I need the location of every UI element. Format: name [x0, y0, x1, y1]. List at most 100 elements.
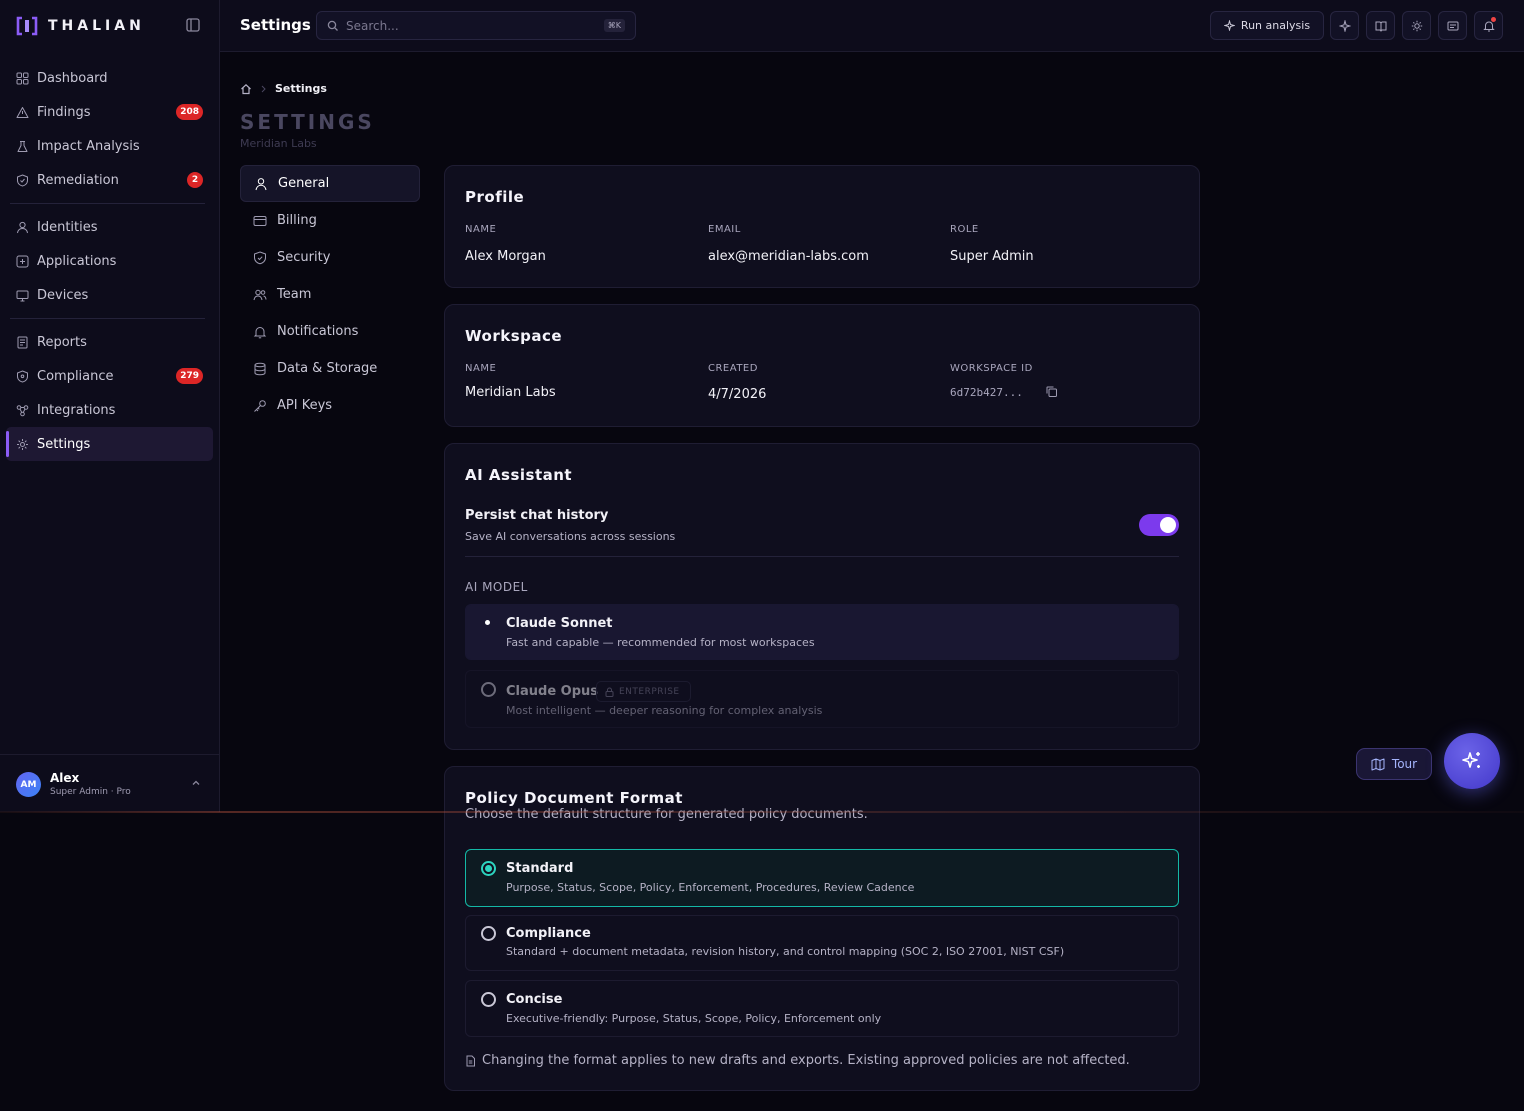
format-name: Concise	[506, 992, 563, 1007]
sidebar-item-label: Remediation	[37, 172, 119, 188]
subnav-label: General	[278, 176, 330, 191]
avatar: AM	[16, 772, 41, 797]
docs-button[interactable]	[1366, 11, 1395, 40]
gear-icon	[16, 438, 29, 451]
alert-triangle-icon	[16, 106, 29, 119]
subnav-api-keys[interactable]: API Keys	[240, 387, 420, 424]
subnav-notifications[interactable]: Notifications	[240, 313, 420, 350]
sidebar-item-applications[interactable]: Applications	[6, 244, 213, 278]
format-radio[interactable]	[481, 926, 496, 941]
chevron-up-icon[interactable]	[191, 778, 201, 788]
persist-history-toggle[interactable]	[1139, 514, 1179, 536]
theme-toggle-button[interactable]	[1402, 11, 1431, 40]
compliance-count-badge: 279	[176, 368, 203, 384]
plus-square-icon	[16, 255, 29, 268]
format-radio[interactable]	[481, 861, 496, 876]
enterprise-badge-label: ENTERPRISE	[619, 686, 680, 697]
sidebar-item-settings[interactable]: Settings	[6, 427, 213, 461]
sidebar-item-label: Impact Analysis	[37, 138, 140, 154]
credit-card-icon	[253, 214, 267, 228]
tour-button[interactable]: Tour	[1356, 748, 1432, 780]
ai-assistant-fab[interactable]	[1444, 733, 1500, 789]
workspace-title: Workspace	[465, 327, 563, 345]
model-option-sonnet[interactable]: Claude Sonnet Fast and capable — recomme…	[465, 604, 1179, 660]
selected-dot-icon	[485, 620, 490, 625]
notification-dot	[1491, 17, 1496, 22]
format-name: Compliance	[506, 926, 591, 941]
sidebar-item-findings[interactable]: Findings 208	[6, 95, 213, 129]
workspace-id-value: 6d72b427...	[950, 386, 1023, 399]
grid-icon	[16, 72, 29, 85]
remediation-count-badge: 2	[187, 172, 203, 188]
persist-history-title: Persist chat history	[465, 508, 609, 523]
sidebar-item-label: Applications	[37, 253, 117, 269]
subnav-label: Data & Storage	[277, 361, 378, 376]
ai-assistant-card: AI Assistant Persist chat history Save A…	[444, 443, 1200, 750]
subnav-general[interactable]: General	[240, 165, 420, 202]
divider	[465, 556, 1179, 557]
subnav-team[interactable]: Team	[240, 276, 420, 313]
subnav-label: Security	[277, 250, 331, 265]
ai-sparkle-button[interactable]	[1330, 11, 1359, 40]
bell-icon	[253, 325, 267, 339]
workspace-card: Workspace NAME Meridian Labs CREATED 4/7…	[444, 304, 1200, 427]
search-box[interactable]: ⌘K	[316, 11, 636, 40]
model-radio[interactable]	[481, 682, 496, 697]
messages-button[interactable]	[1438, 11, 1467, 40]
page-header-title: Settings	[240, 16, 311, 34]
subnav-data-storage[interactable]: Data & Storage	[240, 350, 420, 387]
page-title: SETTINGS	[240, 110, 375, 134]
sidebar-item-compliance[interactable]: Compliance 279	[6, 359, 213, 393]
shield-check-icon	[16, 173, 29, 187]
subnav-label: Billing	[277, 213, 317, 228]
sparkle-icon	[1338, 19, 1351, 32]
sidebar-item-label: Settings	[37, 436, 91, 452]
sidebar-item-devices[interactable]: Devices	[6, 278, 213, 312]
search-input[interactable]	[346, 18, 586, 33]
brand[interactable]: THALIAN	[16, 16, 145, 36]
subnav-billing[interactable]: Billing	[240, 202, 420, 239]
format-desc: Standard + document metadata, revision h…	[506, 945, 1065, 958]
persist-history-desc: Save AI conversations across sessions	[465, 530, 676, 543]
sidebar-nav: Dashboard Findings 208 Impact Analysis R…	[6, 61, 213, 461]
subnav-security[interactable]: Security	[240, 239, 420, 276]
sidebar-collapse-icon[interactable]	[186, 18, 200, 32]
workspace-created-value: 4/7/2026	[708, 387, 767, 402]
format-option-standard[interactable]: Standard Purpose, Status, Scope, Policy,…	[465, 849, 1179, 907]
search-icon	[327, 20, 339, 32]
home-icon[interactable]	[240, 83, 252, 95]
map-icon	[1371, 758, 1385, 771]
chevron-right-icon	[260, 85, 267, 93]
nodes-icon	[16, 404, 29, 417]
tour-label: Tour	[1391, 757, 1418, 771]
format-radio[interactable]	[481, 992, 496, 1007]
sparkles-icon	[1461, 750, 1483, 772]
user-name: Alex	[50, 771, 80, 785]
sidebar-item-remediation[interactable]: Remediation 2	[6, 163, 213, 197]
document-icon	[465, 1055, 476, 1067]
sidebar-item-label: Reports	[37, 334, 87, 350]
model-desc: Fast and capable — recommended for most …	[506, 636, 815, 649]
run-analysis-button[interactable]: Run analysis	[1210, 11, 1324, 40]
workspace-name-value: Meridian Labs	[465, 385, 556, 400]
logo-icon	[16, 16, 38, 36]
lock-icon	[605, 687, 614, 697]
topbar: Settings ⌘K Run analysis	[220, 0, 1524, 52]
subnav-label: Team	[277, 287, 312, 302]
sidebar-item-identities[interactable]: Identities	[6, 210, 213, 244]
profile-role-label: ROLE	[950, 224, 979, 235]
sidebar-item-dashboard[interactable]: Dashboard	[6, 61, 213, 95]
notifications-button[interactable]	[1474, 11, 1503, 40]
model-option-opus[interactable]: Claude Opus ENTERPRISE Most intelligent …	[465, 670, 1179, 728]
format-option-concise[interactable]: Concise Executive-friendly: Purpose, Sta…	[465, 980, 1179, 1037]
sidebar-item-reports[interactable]: Reports	[6, 325, 213, 359]
sidebar-item-impact-analysis[interactable]: Impact Analysis	[6, 129, 213, 163]
sidebar-item-integrations[interactable]: Integrations	[6, 393, 213, 427]
format-option-compliance[interactable]: Compliance Standard + document metadata,…	[465, 915, 1179, 971]
book-icon	[1375, 20, 1387, 32]
copy-icon[interactable]	[1045, 385, 1058, 398]
viewport-edge-divider	[0, 811, 1524, 813]
user-menu[interactable]: AM Alex Super Admin · Pro	[0, 754, 219, 812]
workspace-id-label: WORKSPACE ID	[950, 363, 1033, 374]
run-analysis-label: Run analysis	[1240, 19, 1311, 32]
